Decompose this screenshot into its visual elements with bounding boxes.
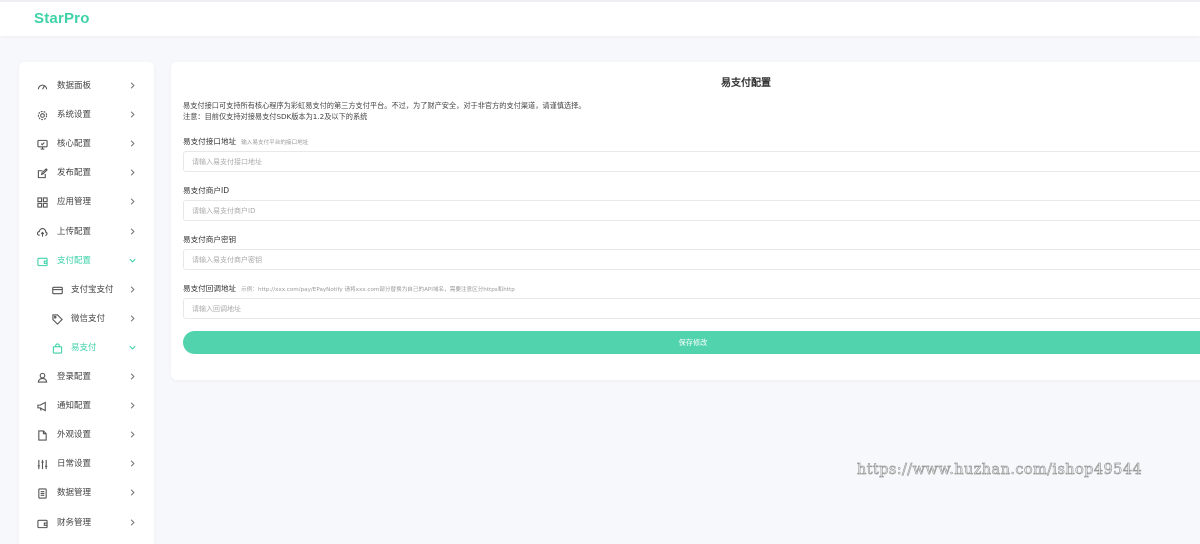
chevron-right-icon [128,285,137,294]
chevron-right-icon [128,401,137,410]
sidebar-item-label: 财务管理 [57,517,92,528]
sidebar-item-label: 外观设置 [57,430,92,441]
sidebar-item-label: 支付宝支付 [71,284,114,295]
card-icon [52,285,63,296]
easy-pay-config-panel: 易支付配置 易支付接口可支持所有核心程序为彩虹易支付的第三方支付平台。不过，为了… [171,62,1200,380]
file-icon [37,430,48,441]
sidebar-item[interactable]: 通知配置 [19,392,154,421]
sidebar-subitem[interactable]: 支付宝支付 [19,276,154,305]
field-label-text: 易支付回调地址 [183,284,237,293]
sidebar-item[interactable]: 发布配置 [19,159,154,188]
chevron-down-icon [128,343,137,352]
sliders-icon [37,459,48,470]
chevron-right-icon [128,81,137,90]
sidebar-item-label: 应用管理 [57,197,92,208]
wallet-icon [37,256,48,267]
sidebar-item-label: 易支付 [71,342,97,353]
sidebar-item[interactable]: 财务管理 [19,509,154,538]
chevron-right-icon [128,459,137,468]
bag-icon [52,343,63,354]
intro-line-1: 易支付接口可支持所有核心程序为彩虹易支付的第三方支付平台。不过，为了财产安全，对… [183,101,586,110]
chevron-right-icon [128,518,137,527]
field-label-merchant-id: 易支付商户ID [183,185,229,196]
chevron-right-icon [128,168,137,177]
sidebar-item-label: 上传配置 [57,226,92,237]
field-label-text: 易支付接口地址 [183,137,237,146]
save-button[interactable]: 保存修改 [183,331,1200,354]
edit-icon [37,168,48,179]
tag-icon [52,314,63,325]
chevron-right-icon [128,430,137,439]
field-label-api-url: 易支付接口地址 输入易支付平台的接口地址 [183,136,308,147]
sidebar-item-label: 支付配置 [57,255,92,266]
sidebar-subitem[interactable]: 微信支付 [19,305,154,334]
chevron-down-icon [128,256,137,265]
callback-url-input[interactable] [183,298,1200,319]
gear-icon [37,110,48,121]
chevron-right-icon [128,110,137,119]
intro-line-2: 注意：目前仅支持对接易支付SDK版本为1.2及以下的系统 [183,112,368,121]
chevron-right-icon [128,488,137,497]
field-label-text: 易支付商户密钥 [183,235,237,244]
app-logo[interactable]: StarPro [34,10,90,27]
chevron-right-icon [128,139,137,148]
sidebar-item-label: 核心配置 [57,139,92,150]
chevron-right-icon [128,197,137,206]
sidebar-item[interactable]: 登录配置 [19,363,154,392]
field-hint: 输入易支付平台的接口地址 [241,140,309,146]
sidebar-item[interactable]: 上传配置 [19,218,154,247]
chevron-right-icon [128,372,137,381]
cloud-upload-icon [37,227,48,238]
sidebar-item-label: 通知配置 [57,401,92,412]
chevron-right-icon [128,314,137,323]
watermark: https://www.huzhan.com/ishop49544 [857,462,1142,479]
sidebar-item[interactable]: 数据面板 [19,72,154,101]
merchant-id-input[interactable] [183,200,1200,221]
page-title: 易支付配置 [721,78,771,89]
sidebar-item[interactable]: 支付配置 [19,247,154,276]
field-label-merchant-key: 易支付商户密钥 [183,234,236,245]
apps-grid-icon [37,197,48,209]
top-bar: StarPro [0,0,1200,36]
sidebar-subitem[interactable]: 易支付 [19,334,154,363]
sidebar: 数据面板系统设置核心配置发布配置应用管理上传配置支付配置支付宝支付微信支付易支付… [19,62,154,544]
wallet-icon [37,518,48,529]
sidebar-item[interactable]: 日常设置 [19,450,154,479]
gauge-icon [37,81,48,92]
sidebar-item-label: 发布配置 [57,168,92,179]
sidebar-item-label: 日常设置 [57,459,92,470]
sidebar-item[interactable]: 核心配置 [19,130,154,159]
sidebar-item[interactable]: 应用管理 [19,188,154,217]
sidebar-item-label: 微信支付 [71,313,106,324]
field-hint: 示例：http://xxx.com/pay/EPayNotify 请将xxx.c… [241,287,515,293]
monitor-icon [37,139,48,150]
field-label-text: 易支付商户ID [183,186,230,195]
chevron-right-icon [128,227,137,236]
merchant-key-input[interactable] [183,249,1200,270]
sidebar-item-label: 数据面板 [57,81,92,91]
megaphone-icon [37,401,48,412]
field-label-callback-url: 易支付回调地址 示例：http://xxx.com/pay/EPayNotify … [183,283,515,294]
sidebar-item-label: 登录配置 [57,372,92,382]
intro-text: 易支付接口可支持所有核心程序为彩虹易支付的第三方支付平台。不过，为了财产安全，对… [183,100,586,122]
api-url-input[interactable] [183,151,1200,172]
sidebar-item-label: 系统设置 [57,110,92,121]
sidebar-item-label: 数据管理 [57,488,92,499]
sidebar-item[interactable]: 数据管理 [19,479,154,508]
user-icon [37,372,48,383]
sidebar-item[interactable]: 系统设置 [19,101,154,130]
document-icon [37,488,48,500]
sidebar-item[interactable]: 外观设置 [19,421,154,450]
